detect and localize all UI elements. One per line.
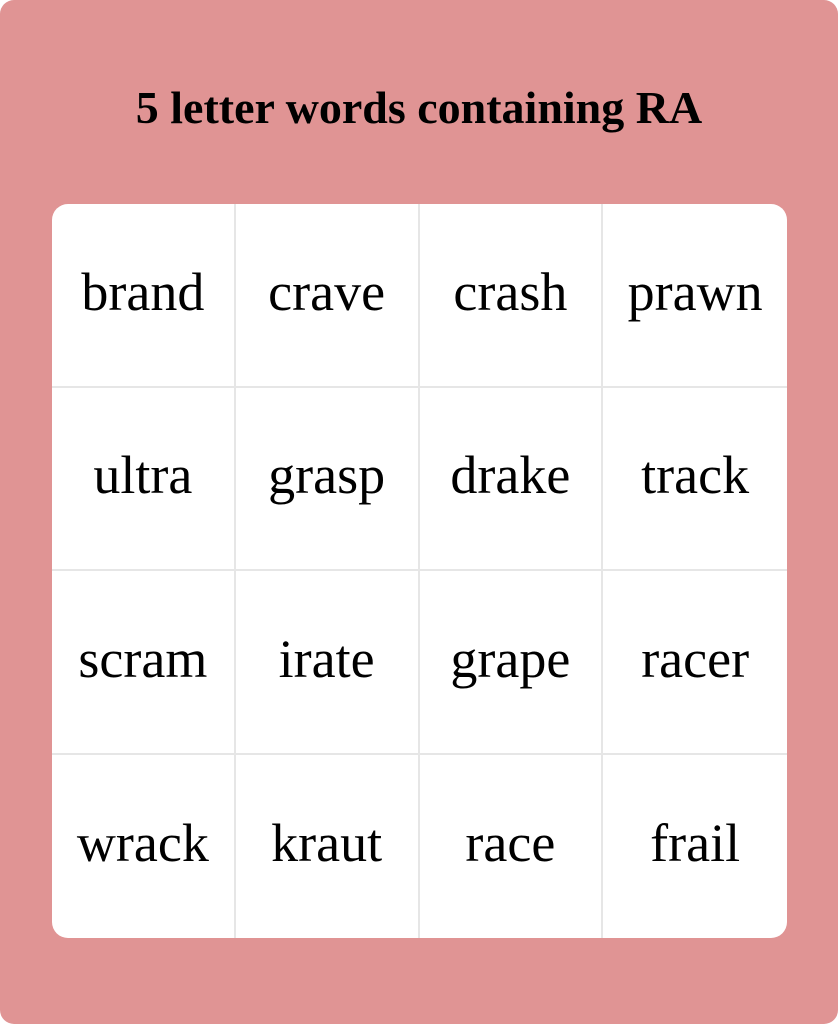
word-cell: scram [52,571,236,755]
word-cell: kraut [236,754,420,938]
card-title: 5 letter words containing RA [135,82,703,133]
word-cell: wrack [52,754,236,938]
word-cell: drake [419,387,604,571]
word-cell: racer [603,571,787,755]
word-cell: grape [419,571,604,755]
word-card: 5 letter words containing RA brand crave… [0,0,838,1024]
word-cell: crash [419,204,604,388]
word-cell: race [420,754,604,938]
word-cell: frail [650,813,741,874]
word-cell: grasp [235,387,420,571]
word-cell: ultra [52,387,236,571]
word-grid: brand crave crash prawn ultra grasp drak… [52,204,787,938]
word-cell: irate [235,571,420,755]
word-cell: track [603,388,787,571]
word-cell: prawn [603,204,787,388]
word-cell: brand [52,204,236,388]
word-cell: crave [235,204,420,388]
